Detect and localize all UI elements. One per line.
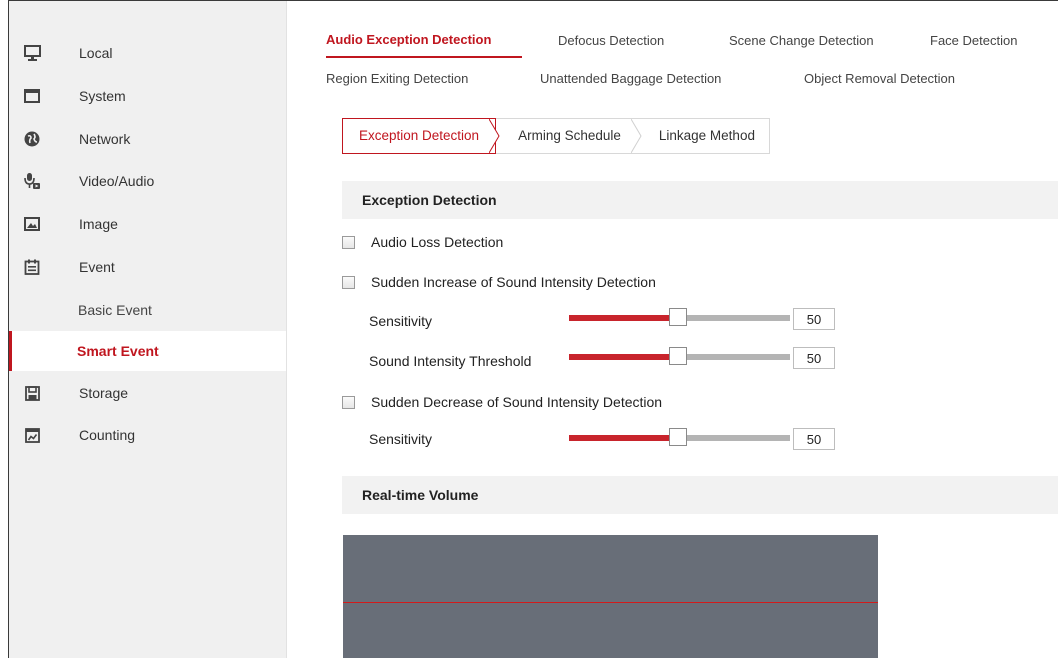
audio-loss-row: Audio Loss Detection bbox=[342, 234, 503, 250]
sidebar-item-smart-event[interactable]: Smart Event bbox=[9, 331, 286, 371]
sudden-increase-row: Sudden Increase of Sound Intensity Detec… bbox=[342, 274, 656, 290]
sidebar-item-system[interactable]: System bbox=[9, 76, 286, 116]
subtab-bar: Exception Detection Arming Schedule Link… bbox=[342, 118, 770, 154]
sidebar-item-label: Storage bbox=[79, 385, 129, 401]
increase-sensitivity-label: Sensitivity bbox=[369, 313, 433, 329]
increase-sensitivity-value[interactable] bbox=[793, 308, 835, 330]
tab-unattended-baggage-detection[interactable]: Unattended Baggage Detection bbox=[540, 71, 721, 86]
slider-fill bbox=[569, 354, 669, 360]
decrease-sensitivity-label: Sensitivity bbox=[369, 431, 433, 447]
sidebar-item-label: Video/Audio bbox=[79, 173, 155, 189]
slider-thumb[interactable] bbox=[669, 308, 687, 326]
chart-icon bbox=[23, 426, 41, 444]
sidebar-item-network[interactable]: Network bbox=[9, 119, 286, 159]
sidebar-item-local[interactable]: Local bbox=[9, 33, 286, 73]
window-icon bbox=[23, 87, 41, 105]
sidebar-item-label: Local bbox=[79, 45, 113, 61]
sidebar-item-image[interactable]: Image bbox=[9, 204, 286, 244]
active-tab-indicator bbox=[326, 56, 522, 58]
sidebar: Local System Network Video/Audio Image E… bbox=[9, 1, 287, 658]
threshold-label: Sound Intensity Threshold bbox=[369, 353, 532, 369]
section-header-exception: Exception Detection bbox=[342, 181, 1058, 219]
slider-track bbox=[669, 315, 790, 321]
sudden-increase-checkbox[interactable] bbox=[342, 275, 355, 289]
globe-icon bbox=[23, 130, 41, 148]
slider-track bbox=[669, 435, 790, 441]
section-title: Real-time Volume bbox=[362, 487, 479, 503]
sudden-decrease-label: Sudden Decrease of Sound Intensity Detec… bbox=[371, 394, 663, 410]
sidebar-item-label: Counting bbox=[79, 427, 136, 443]
tab-audio-exception-detection[interactable]: Audio Exception Detection bbox=[326, 32, 491, 47]
slider-thumb[interactable] bbox=[669, 428, 687, 446]
volume-threshold-line bbox=[343, 602, 878, 603]
camera-mic-icon bbox=[23, 172, 41, 190]
sudden-increase-label: Sudden Increase of Sound Intensity Detec… bbox=[371, 274, 656, 290]
sidebar-item-label: System bbox=[79, 88, 126, 104]
sidebar-item-label: Event bbox=[79, 259, 115, 275]
monitor-icon bbox=[23, 44, 41, 62]
realtime-volume-display bbox=[343, 535, 878, 658]
increase-sensitivity-slider[interactable] bbox=[569, 308, 790, 326]
tab-scene-change-detection[interactable]: Scene Change Detection bbox=[729, 33, 874, 48]
tab-face-detection[interactable]: Face Detection bbox=[930, 33, 1017, 48]
sidebar-item-label: Smart Event bbox=[77, 343, 159, 359]
slider-fill bbox=[569, 435, 669, 441]
image-icon bbox=[23, 215, 41, 233]
sudden-decrease-checkbox[interactable] bbox=[342, 395, 355, 409]
subtab-linkage-method[interactable]: Linkage Method bbox=[637, 119, 769, 153]
sidebar-item-video-audio[interactable]: Video/Audio bbox=[9, 161, 286, 201]
decrease-sensitivity-value[interactable] bbox=[793, 428, 835, 450]
tab-defocus-detection[interactable]: Defocus Detection bbox=[558, 33, 664, 48]
subtab-label: Linkage Method bbox=[658, 128, 755, 143]
subtab-label: Exception Detection bbox=[359, 128, 480, 143]
sidebar-item-counting[interactable]: Counting bbox=[9, 415, 286, 455]
slider-track bbox=[669, 354, 790, 360]
tab-region-exiting-detection[interactable]: Region Exiting Detection bbox=[326, 71, 468, 86]
sidebar-item-event[interactable]: Event bbox=[9, 247, 286, 287]
subtab-exception-detection[interactable]: Exception Detection bbox=[342, 118, 500, 154]
subtab-label: Arming Schedule bbox=[518, 128, 621, 143]
subtab-arming-schedule[interactable]: Arming Schedule bbox=[496, 119, 642, 153]
sidebar-item-basic-event[interactable]: Basic Event bbox=[9, 290, 286, 330]
section-header-volume: Real-time Volume bbox=[342, 476, 1058, 514]
threshold-slider[interactable] bbox=[569, 347, 790, 365]
sidebar-item-label: Image bbox=[79, 216, 118, 232]
storage-icon bbox=[23, 384, 41, 402]
threshold-value[interactable] bbox=[793, 347, 835, 369]
sidebar-item-label: Network bbox=[79, 131, 131, 147]
section-title: Exception Detection bbox=[362, 192, 497, 208]
decrease-sensitivity-slider[interactable] bbox=[569, 428, 790, 446]
slider-thumb[interactable] bbox=[669, 347, 687, 365]
slider-fill bbox=[569, 315, 669, 321]
sudden-decrease-row: Sudden Decrease of Sound Intensity Detec… bbox=[342, 394, 662, 410]
audio-loss-checkbox[interactable] bbox=[342, 235, 355, 249]
sidebar-item-label: Basic Event bbox=[78, 302, 152, 318]
audio-loss-label: Audio Loss Detection bbox=[371, 234, 504, 250]
sidebar-item-storage[interactable]: Storage bbox=[9, 373, 286, 413]
calendar-icon bbox=[23, 258, 41, 276]
tab-object-removal-detection[interactable]: Object Removal Detection bbox=[804, 71, 955, 86]
